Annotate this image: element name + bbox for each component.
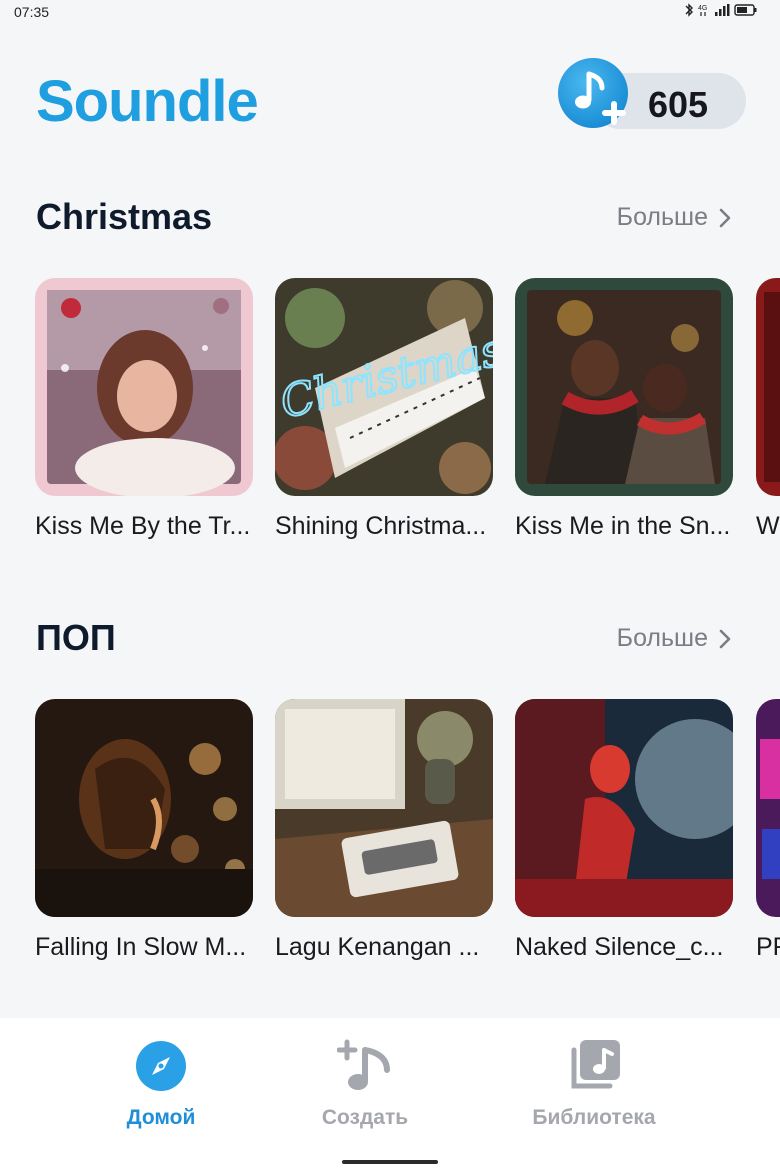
song-title: Falling In Slow M... [35, 933, 247, 961]
battery-icon [734, 4, 757, 16]
data-4g-icon: 4G [698, 5, 707, 16]
library-icon [566, 1038, 622, 1094]
more-link-christmas[interactable]: Больше [617, 203, 732, 232]
song-cover [35, 278, 253, 496]
credits-button[interactable]: 605 [558, 58, 746, 130]
song-cover [275, 699, 493, 917]
chevron-right-icon [719, 208, 731, 227]
more-label: Больше [616, 624, 708, 652]
nav-create[interactable]: Создать [275, 1038, 455, 1130]
song-card[interactable]: PF [756, 699, 780, 962]
song-cover [756, 699, 780, 917]
song-title: Shining Christma... [275, 512, 487, 540]
bluetooth-icon [685, 3, 693, 17]
song-card[interactable]: Kiss Me By the Tr... [35, 278, 253, 541]
nav-label: Создать [321, 1106, 409, 1129]
signal-icon [715, 4, 730, 16]
chevron-right-icon [719, 629, 731, 648]
song-title: PF [756, 933, 780, 961]
song-title: W [756, 512, 780, 540]
status-bar: 07:35 4G [0, 0, 780, 26]
compass-icon [133, 1038, 189, 1094]
section-title-pop: ПОП [36, 617, 116, 658]
section-title-christmas: Christmas [36, 196, 213, 237]
song-title: Naked Silence_c... [515, 933, 724, 961]
nav-label: Домой [126, 1106, 196, 1129]
song-card[interactable]: Lagu Kenangan ... [275, 699, 493, 962]
music-note-plus-icon [558, 58, 628, 128]
more-link-pop[interactable]: Больше [617, 624, 732, 653]
song-card[interactable]: Christmas Shining Christma... [275, 278, 493, 541]
home-gesture-bar[interactable] [342, 1160, 438, 1164]
status-time: 07:35 [14, 4, 50, 20]
nav-library[interactable]: Библиотека [504, 1038, 684, 1130]
credits-count: 605 [648, 84, 709, 125]
song-cover [35, 699, 253, 917]
song-card[interactable]: Naked Silence_c... [515, 699, 733, 962]
bottom-navigation: Домой Создать Библиотека [0, 1018, 780, 1170]
song-cover: Christmas [275, 278, 493, 496]
song-cover [756, 278, 780, 496]
nav-label: Библиотека [532, 1106, 656, 1129]
status-icons: 4G [684, 3, 758, 17]
song-title: Lagu Kenangan ... [275, 933, 480, 961]
song-cover [515, 699, 733, 917]
create-music-icon [337, 1038, 393, 1094]
song-title: Kiss Me By the Tr... [35, 512, 251, 540]
song-cover [515, 278, 733, 496]
song-title: Kiss Me in the Sn... [515, 512, 731, 540]
more-label: Больше [616, 203, 708, 231]
svg-text:4G: 4G [698, 5, 707, 12]
nav-home[interactable]: Домой [71, 1038, 251, 1130]
song-card[interactable]: Falling In Slow M... [35, 699, 253, 962]
song-card[interactable]: Kiss Me in the Sn... [515, 278, 733, 541]
app-logo: Soundle [36, 69, 259, 134]
song-card[interactable]: W [756, 278, 780, 541]
